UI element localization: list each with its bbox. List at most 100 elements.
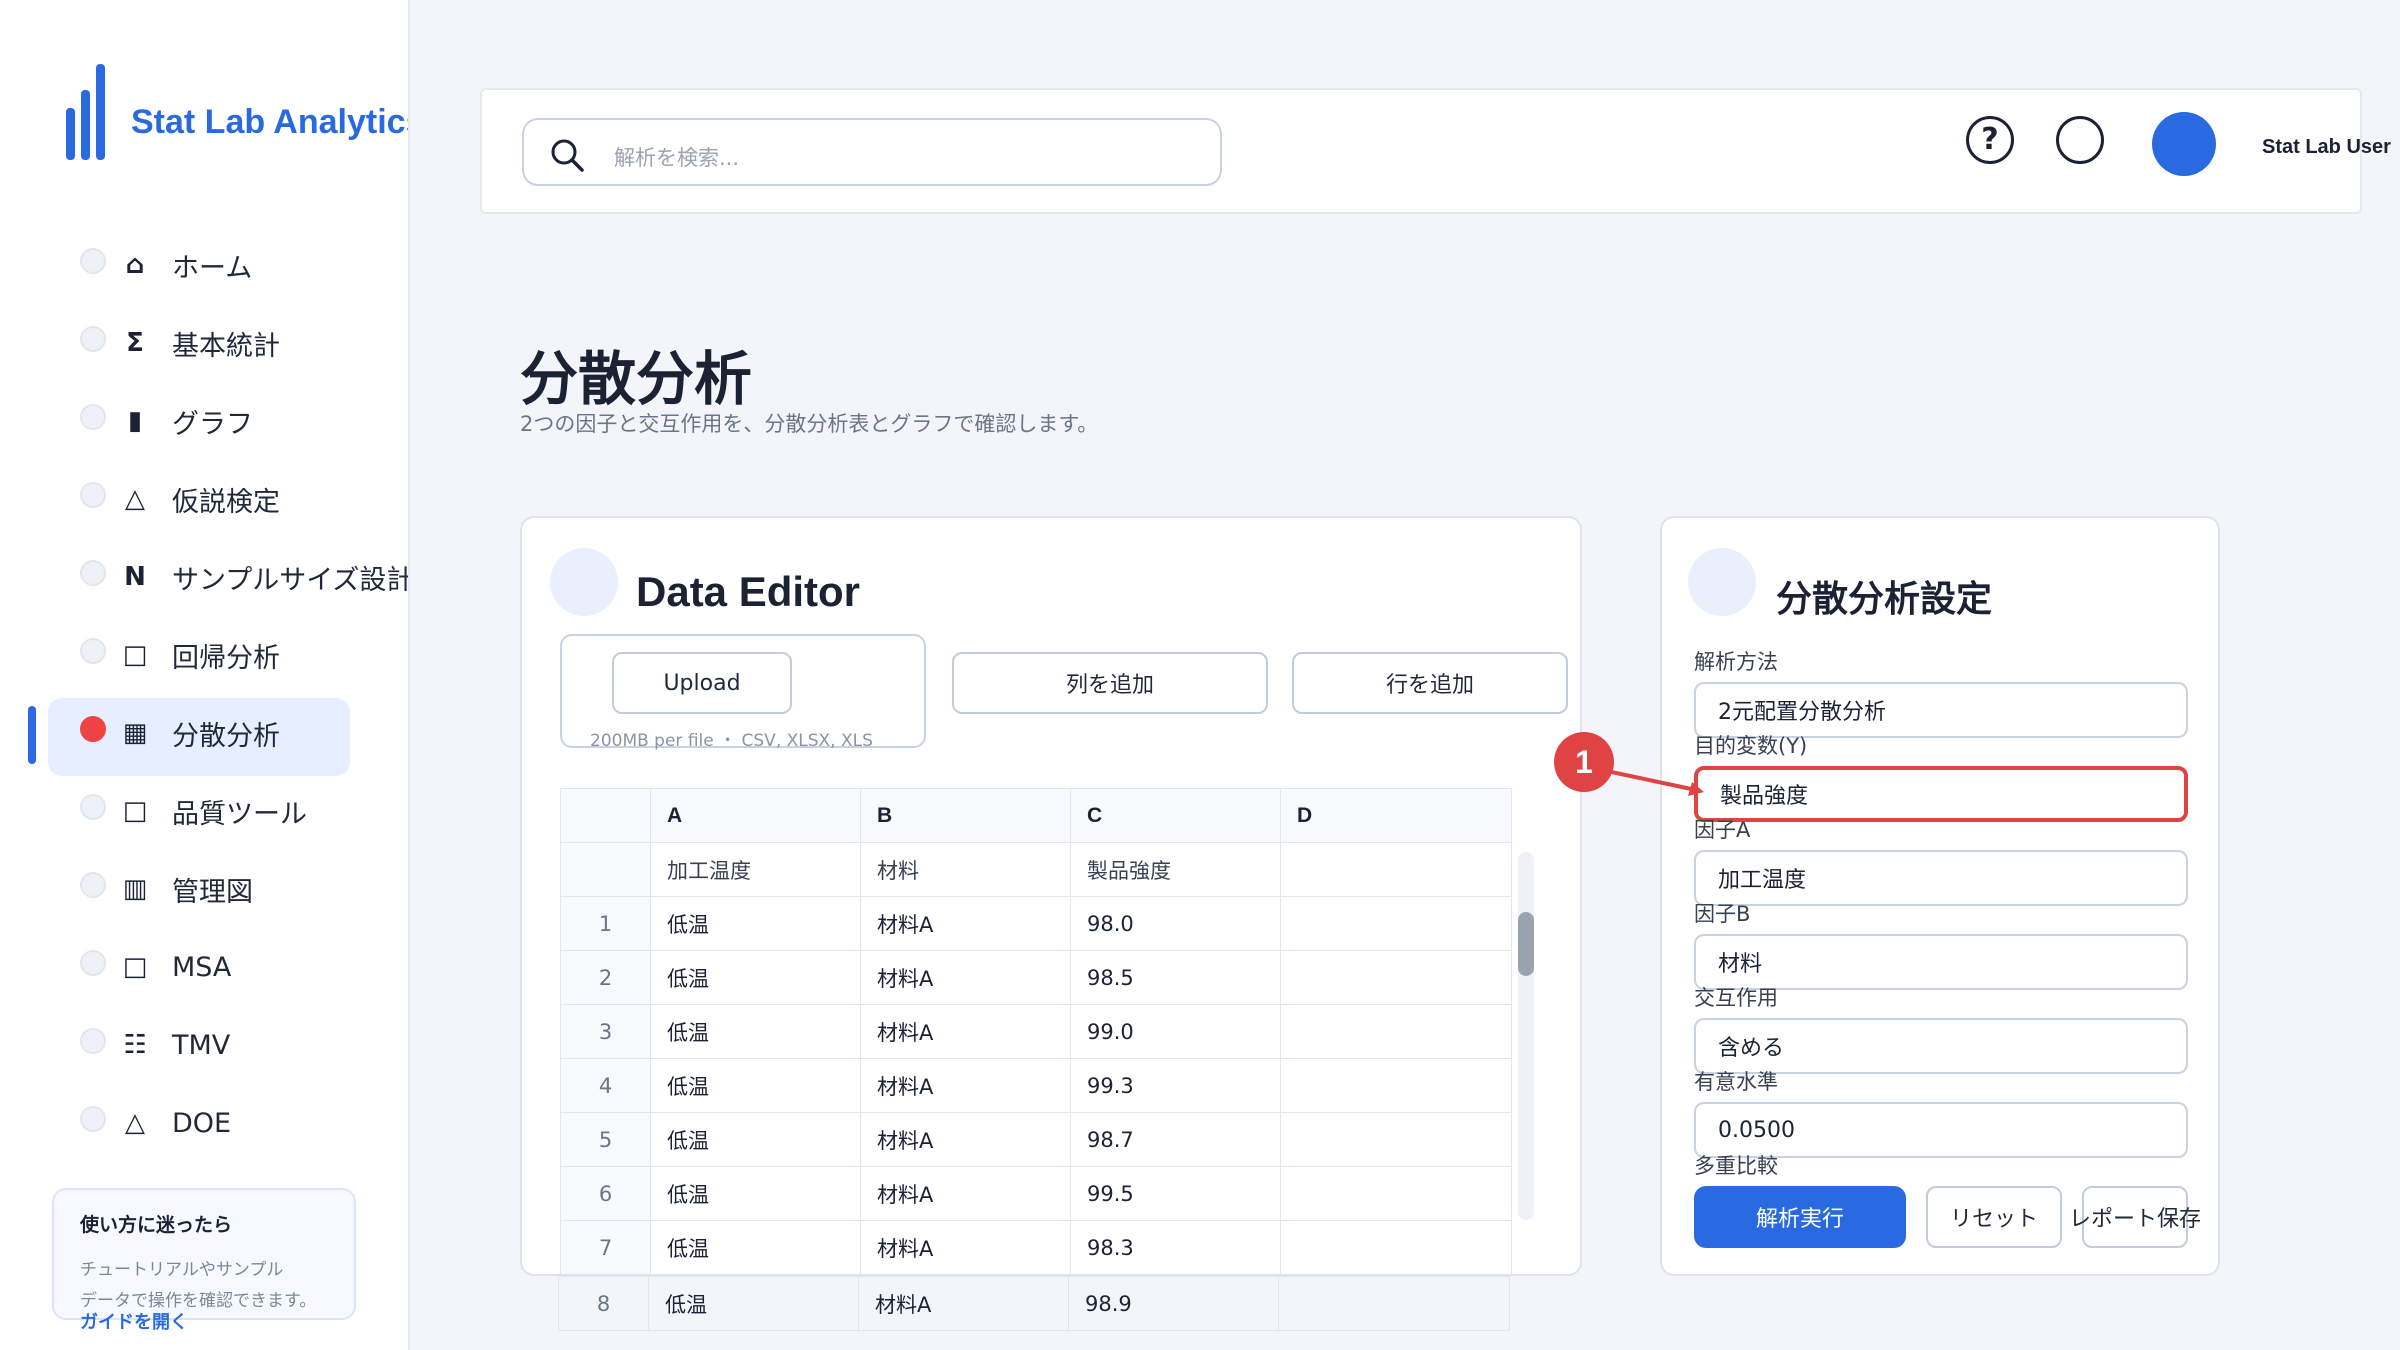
table-cell[interactable]	[1280, 1058, 1512, 1113]
table-cell[interactable]: 99.5	[1070, 1166, 1281, 1221]
sidebar-item-graph[interactable]: ▮ グラフ	[0, 382, 408, 460]
sidebar: Stat Lab Analytics ⌂ ホーム Σ 基本統計 ▮ グラフ △ …	[0, 0, 410, 1350]
control-chart-icon: ▥	[122, 874, 148, 904]
sidebar-item-anova[interactable]: ▦ 分散分析	[0, 694, 408, 776]
table-cell[interactable]: 加工温度	[650, 842, 861, 897]
table-cell[interactable]: 材料A	[860, 1112, 1071, 1167]
row-number: 6	[560, 1166, 651, 1221]
table-cell[interactable]	[1280, 1112, 1512, 1167]
sidebar-item-label: MSA	[172, 951, 232, 983]
sidebar-item-msa[interactable]: □ MSA	[0, 928, 408, 1006]
table-cell[interactable]	[1280, 896, 1512, 951]
table-cell[interactable]	[1280, 842, 1512, 897]
method-label: 解析方法	[1694, 650, 1778, 674]
logo-icon	[66, 64, 105, 160]
table-row: 6 低温 材料A 99.5	[560, 1166, 1512, 1221]
variable-name-row: 加工温度 材料 製品強度	[560, 842, 1512, 897]
sigma-icon: Σ	[126, 328, 144, 358]
triangle-icon: △	[125, 1108, 145, 1138]
table-cell[interactable]: 材料A	[860, 1220, 1071, 1274]
table-cell[interactable]: 材料A	[860, 896, 1071, 951]
sidebar-item-control-chart[interactable]: ▥ 管理図	[0, 850, 408, 928]
status-dot	[80, 716, 106, 742]
reset-button[interactable]: リセット	[1926, 1186, 2062, 1248]
help-text-line: チュートリアルやサンプル	[80, 1260, 284, 1280]
table-row: 7 低温 材料A 98.3	[560, 1220, 1512, 1274]
table-cell[interactable]: 材料A	[860, 1166, 1071, 1221]
settings-title: 分散分析設定	[1776, 578, 1993, 619]
add-row-button[interactable]: 行を追加	[1292, 652, 1568, 714]
save-report-button[interactable]: レポート保存	[2069, 1186, 2201, 1248]
grid-scrollbar[interactable]	[1518, 852, 1534, 1220]
active-indicator	[28, 706, 36, 764]
table-cell[interactable]: 材料A	[860, 950, 1071, 1005]
sidebar-item-doe[interactable]: △ DOE	[0, 1084, 408, 1162]
sidebar-item-regression[interactable]: □ 回帰分析	[0, 616, 408, 694]
add-column-button[interactable]: 列を追加	[952, 652, 1268, 714]
open-guide-link[interactable]: ガイドを開く	[80, 1308, 188, 1334]
table-cell[interactable]: 低温	[650, 1112, 861, 1167]
table-cell[interactable]: 98.9	[1068, 1276, 1279, 1331]
factor-a-select[interactable]: 加工温度	[1694, 850, 2188, 906]
sidebar-item-tmv[interactable]: ☷ TMV	[0, 1006, 408, 1084]
table-cell[interactable]: 98.5	[1070, 950, 1281, 1005]
upload-button[interactable]: Upload	[612, 652, 792, 714]
user-name[interactable]: Stat Lab User	[2262, 136, 2391, 159]
upload-hint: 200MB per file ・ CSV, XLSX, XLS	[590, 731, 873, 751]
column-header[interactable]: B	[860, 788, 1071, 843]
table-row: 5 低温 材料A 98.7	[560, 1112, 1512, 1167]
table-cell[interactable]	[1278, 1276, 1510, 1331]
grid-scrollbar-thumb[interactable]	[1518, 912, 1534, 976]
search-placeholder: 解析を検索...	[614, 146, 740, 170]
column-header[interactable]: C	[1070, 788, 1281, 843]
upload-dropzone[interactable]: Upload 200MB per file ・ CSV, XLSX, XLS	[560, 634, 926, 751]
brand-name: Stat Lab Analytics	[131, 102, 410, 141]
sidebar-item-sample-size[interactable]: N サンプルサイズ設計	[0, 538, 408, 616]
top-bar: 解析を検索... ? Stat Lab User	[480, 88, 2391, 214]
table-cell[interactable]: 低温	[650, 1058, 861, 1113]
run-analysis-button[interactable]: 解析実行	[1694, 1186, 1906, 1248]
list-icon: ☷	[123, 1030, 147, 1060]
search-input[interactable]: 解析を検索...	[522, 118, 1222, 186]
table-cell[interactable]: 98.0	[1070, 896, 1281, 951]
status-dot	[80, 638, 106, 664]
target-select[interactable]: 製品強度	[1694, 766, 2188, 822]
row-number	[560, 842, 651, 897]
sidebar-item-hypothesis-test[interactable]: △ 仮説検定	[0, 460, 408, 538]
help-icon[interactable]: ?	[1966, 116, 2014, 164]
column-header[interactable]: A	[650, 788, 861, 843]
table-cell[interactable]	[1280, 1166, 1512, 1221]
table-cell[interactable]: 低温	[650, 1220, 861, 1274]
table-cell[interactable]: 低温	[650, 950, 861, 1005]
help-title: 使い方に迷ったら	[80, 1215, 233, 1236]
table-cell[interactable]	[1280, 1220, 1512, 1274]
avatar[interactable]	[2152, 112, 2216, 176]
table-cell[interactable]: 製品強度	[1070, 842, 1281, 897]
table-cell[interactable]: 低温	[650, 896, 861, 951]
sidebar-item-home[interactable]: ⌂ ホーム	[0, 226, 408, 304]
table-cell[interactable]	[1280, 1004, 1512, 1059]
table-cell[interactable]: 材料A	[860, 1058, 1071, 1113]
table-cell[interactable]: 低温	[648, 1276, 859, 1331]
table-cell[interactable]: 材料A	[858, 1276, 1069, 1331]
table-cell[interactable]: 材料A	[860, 1004, 1071, 1059]
table-cell[interactable]: 低温	[650, 1166, 861, 1221]
sidebar-item-label: DOE	[172, 1107, 232, 1139]
table-cell[interactable]: 99.3	[1070, 1058, 1281, 1113]
sidebar-item-quality-tools[interactable]: □ 品質ツール	[0, 772, 408, 850]
table-cell[interactable]	[1280, 950, 1512, 1005]
table-cell[interactable]: 材料	[860, 842, 1071, 897]
table-cell[interactable]: 98.7	[1070, 1112, 1281, 1167]
grid-icon: ▦	[122, 718, 148, 748]
target-label: 目的変数(Y)	[1694, 734, 1808, 758]
table-cell[interactable]: 低温	[650, 1004, 861, 1059]
card-badge-icon	[1688, 548, 1756, 616]
sidebar-item-basic-stats[interactable]: Σ 基本統計	[0, 304, 408, 382]
column-header[interactable]: D	[1280, 788, 1512, 843]
brand[interactable]: Stat Lab Analytics	[66, 62, 410, 162]
row-number: 8	[558, 1276, 649, 1331]
table-cell[interactable]: 99.0	[1070, 1004, 1281, 1059]
notification-icon[interactable]	[2056, 116, 2104, 164]
table-cell[interactable]: 98.3	[1070, 1220, 1281, 1274]
search-icon	[551, 139, 584, 172]
